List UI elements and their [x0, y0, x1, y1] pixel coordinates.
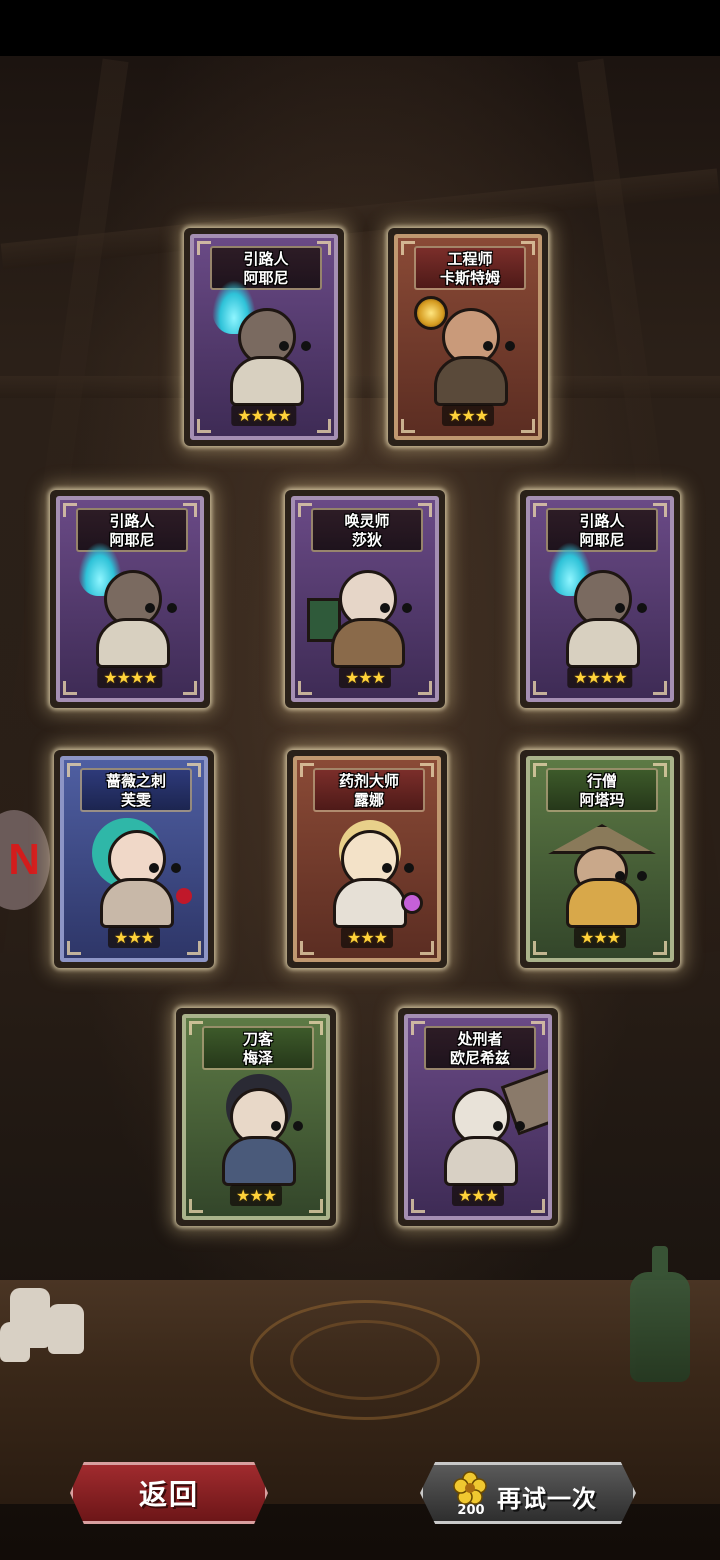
star-rating: ★★★ [340, 927, 394, 948]
hero-portrait [307, 558, 417, 668]
retry-button-label: 再试一次 [497, 1485, 597, 1513]
hero-portrait [414, 296, 520, 406]
hero-name: 阿塔玛 [579, 791, 625, 809]
badge-glyph-icon: N [8, 835, 40, 884]
potion-bottle-decoration [630, 1246, 690, 1382]
gold-flower-currency-icon [453, 1471, 487, 1505]
hero-portrait [208, 1076, 308, 1186]
hero-title: 药剂大师 [338, 772, 399, 790]
hero-card[interactable]: 工程师 卡斯特姆 ★★★ [388, 228, 548, 446]
star-rating: ★★★ [229, 1185, 283, 1206]
hero-name-plate: 唤灵师 莎狄 [311, 508, 423, 552]
hero-name: 芙雯 [120, 791, 151, 809]
hero-portrait [319, 818, 423, 928]
hero-title: 工程师 [447, 250, 493, 268]
hero-card[interactable]: 引路人 阿耶尼 ★★★★ [184, 228, 344, 446]
hero-title: 刀客 [242, 1030, 273, 1048]
back-button[interactable]: 返回 [70, 1462, 268, 1524]
hero-name: 莎狄 [351, 531, 382, 549]
hero-name-plate: 刀客 梅泽 [202, 1026, 314, 1070]
hero-card[interactable]: 引路人 阿耶尼 ★★★★ [50, 490, 210, 708]
retry-button[interactable]: 200 再试一次 [420, 1462, 636, 1524]
hero-card[interactable]: 处刑者 欧尼希兹 ★★★ [398, 1008, 558, 1226]
hero-portrait [548, 542, 652, 668]
hero-card[interactable]: 引路人 阿耶尼 ★★★★ [520, 490, 680, 708]
hero-card[interactable]: 刀客 梅泽 ★★★ [176, 1008, 336, 1226]
star-rating: ★★★ [573, 927, 627, 948]
retry-cost: 200 [457, 1503, 485, 1518]
hero-name: 卡斯特姆 [439, 269, 500, 287]
star-rating: ★★★★ [567, 667, 633, 688]
hero-name-plate: 处刑者 欧尼希兹 [424, 1026, 536, 1070]
status-bar [0, 0, 720, 56]
potion-flask-icon [401, 892, 423, 914]
hero-title: 处刑者 [457, 1030, 503, 1048]
hero-name: 梅泽 [242, 1049, 273, 1067]
hero-portrait [430, 1068, 548, 1186]
star-rating: ★★★★ [231, 405, 297, 426]
hero-card[interactable]: 药剂大师 露娜 ★★★ [287, 750, 447, 968]
star-rating: ★★★★ [97, 667, 163, 688]
hero-name-plate: 药剂大师 露娜 [313, 768, 425, 812]
hero-name: 欧尼希兹 [449, 1049, 510, 1067]
hero-portrait [78, 542, 182, 668]
rose-icon [176, 888, 192, 904]
star-rating: ★★★ [451, 1185, 505, 1206]
back-button-label: 返回 [138, 1478, 199, 1511]
hero-title: 唤灵师 [344, 512, 390, 530]
hero-name: 露娜 [353, 791, 384, 809]
table-rune-circle-inner [290, 1320, 440, 1400]
hero-title: 引路人 [579, 512, 625, 530]
hero-portrait [212, 280, 316, 406]
lamp-icon [414, 296, 448, 330]
hero-title: 引路人 [243, 250, 289, 268]
hero-title: 引路人 [109, 512, 155, 530]
hero-portrait [86, 818, 192, 928]
hero-title: 行僧 [586, 772, 617, 790]
hero-card[interactable]: 唤灵师 莎狄 ★★★ [285, 490, 445, 708]
hero-title: 蔷薇之刺 [105, 772, 166, 790]
star-rating: ★★★ [338, 667, 392, 688]
ceiling-beam [0, 376, 720, 398]
hero-portrait [548, 818, 656, 928]
hero-card[interactable]: 蔷薇之刺 芙雯 ★★★ [54, 750, 214, 968]
hero-name-plate: 工程师 卡斯特姆 [414, 246, 526, 290]
star-rating: ★★★ [441, 405, 495, 426]
hero-name-plate: 蔷薇之刺 芙雯 [80, 768, 192, 812]
star-rating: ★★★ [107, 927, 161, 948]
hero-name-plate: 行僧 阿塔玛 [546, 768, 658, 812]
hero-card[interactable]: 行僧 阿塔玛 ★★★ [520, 750, 680, 968]
candles-decoration [0, 1268, 110, 1362]
